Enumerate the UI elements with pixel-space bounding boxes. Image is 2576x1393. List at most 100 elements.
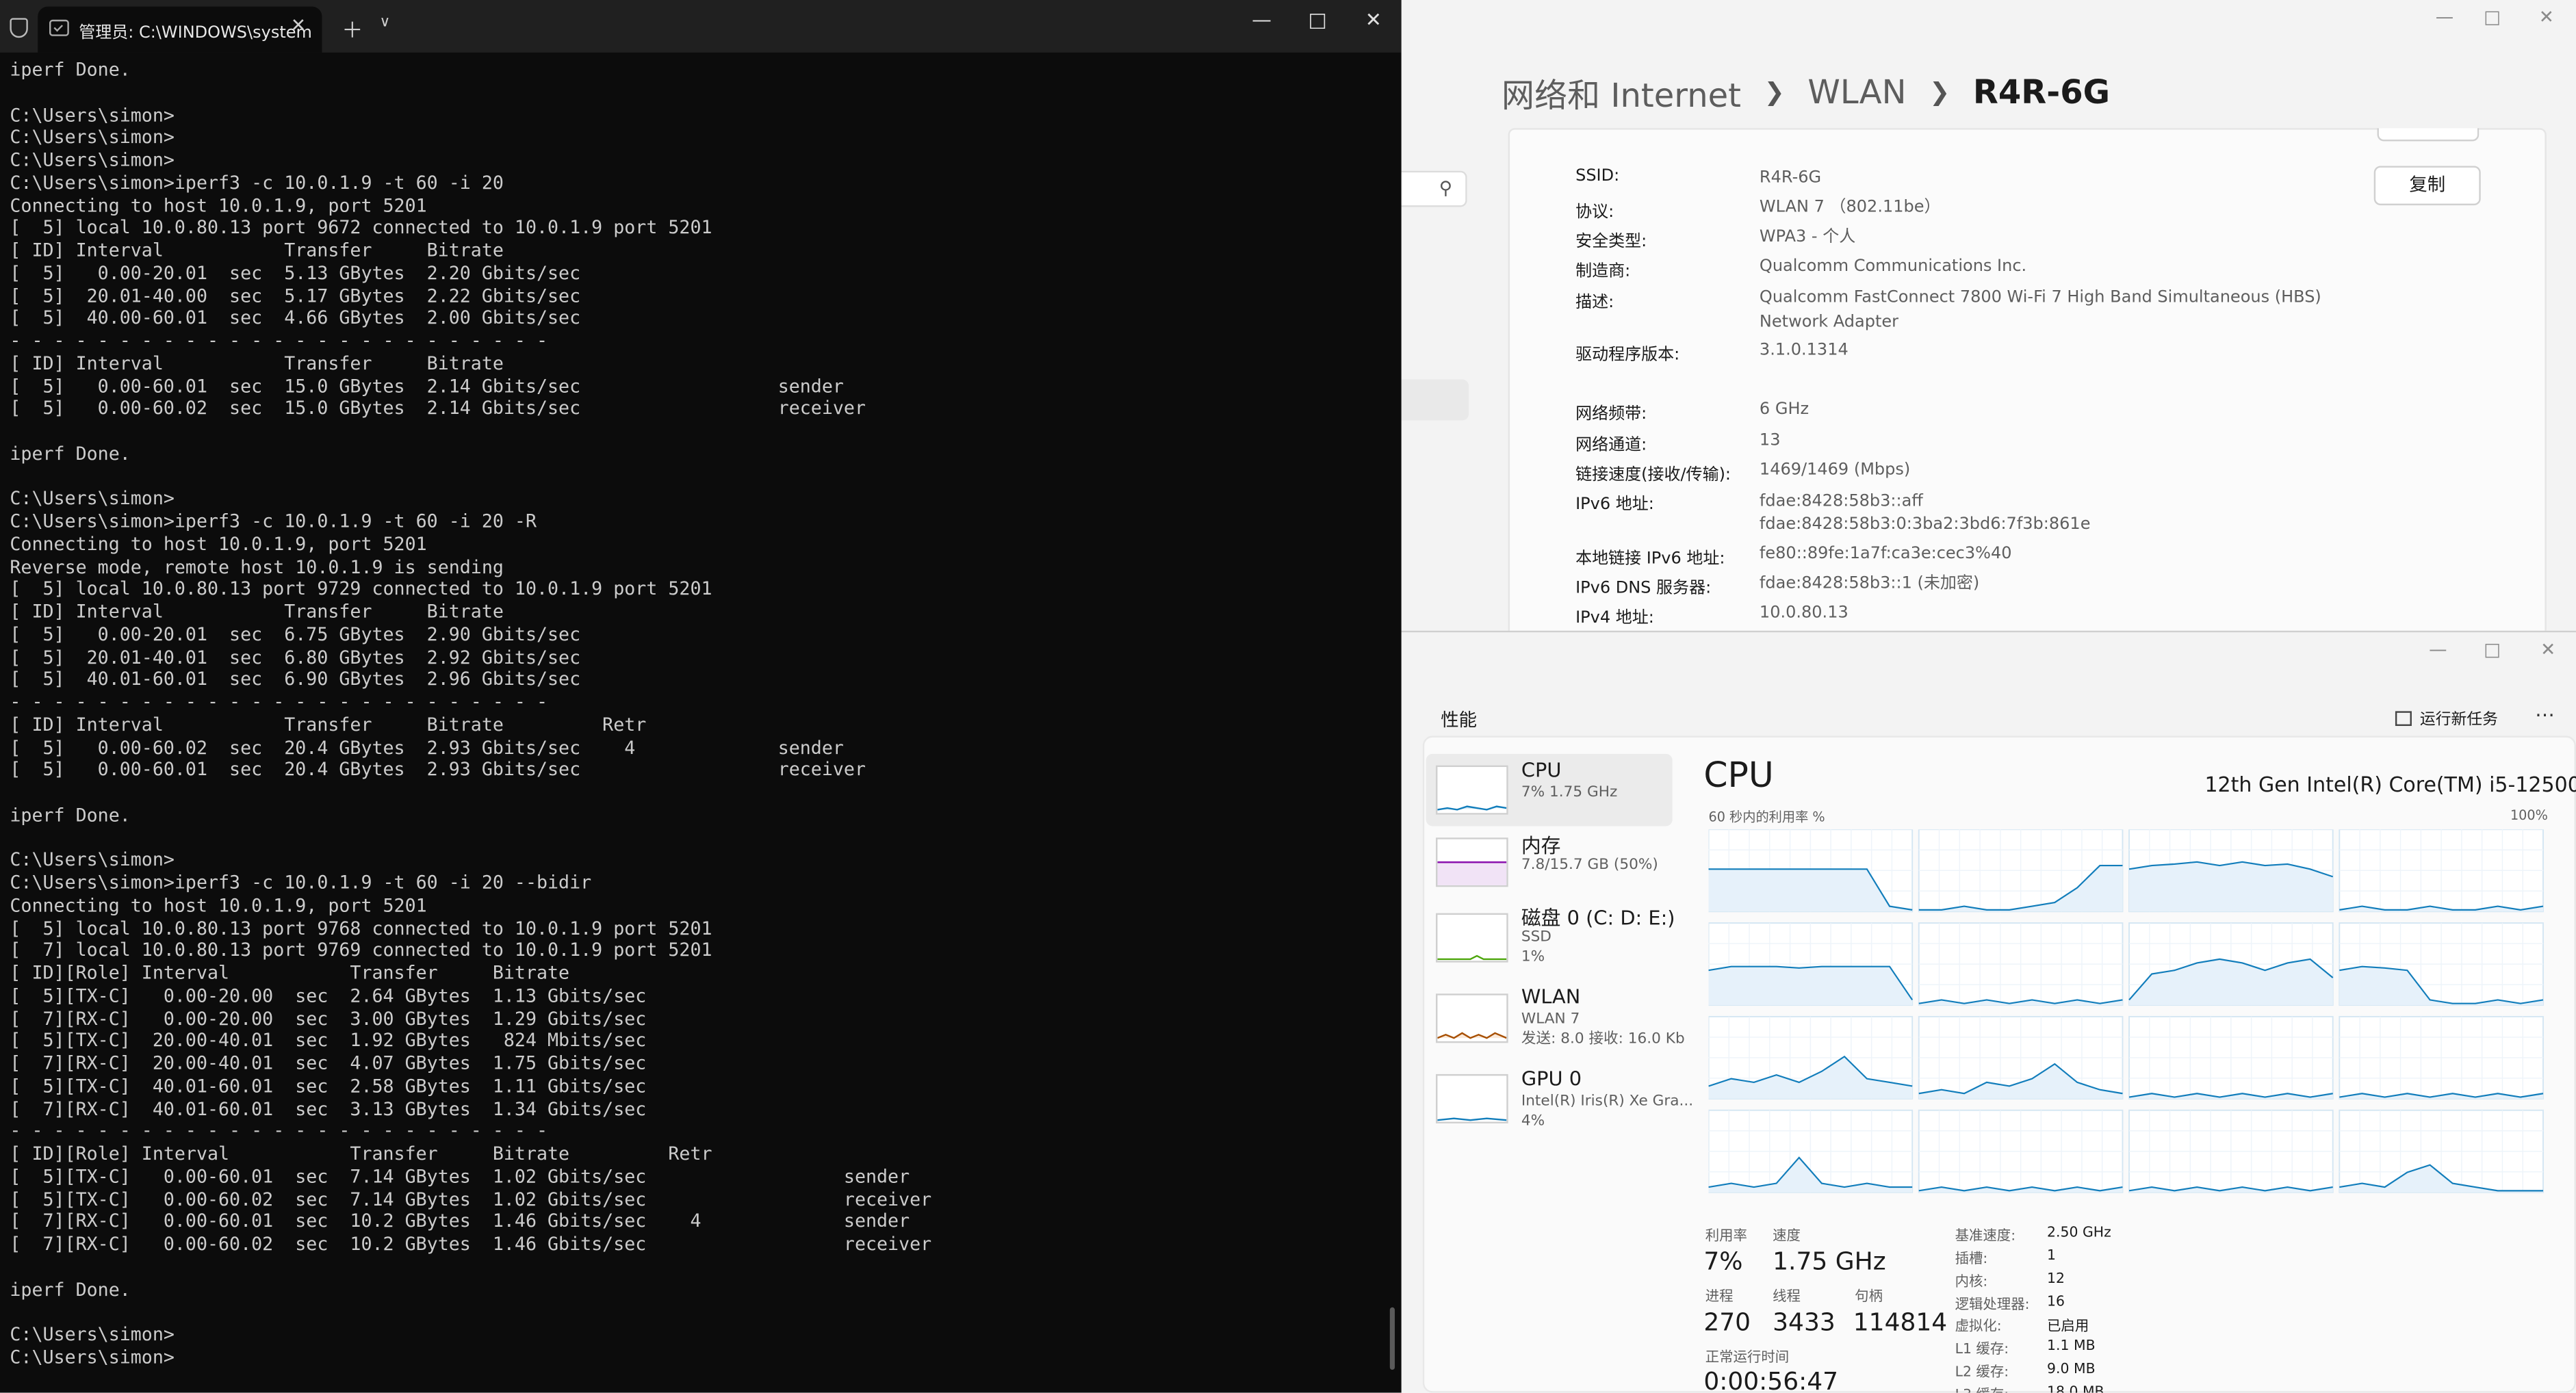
terminal-line: [ 5] 0.00-60.01 sec 20.4 GBytes 2.93 Gbi… — [10, 759, 866, 781]
terminal-line: [ 7][RX-C] 40.01-60.01 sec 3.13 GBytes 1… — [10, 1097, 647, 1119]
speed-label: 速度 — [1773, 1228, 1801, 1245]
close-icon[interactable]: ✕ — [291, 15, 306, 36]
cpu-core-graph — [1708, 829, 1914, 913]
cpu-core-graph — [2339, 829, 2544, 913]
perf-item-disk[interactable]: 磁盘 0 (C: D: E:) SSD 1% — [1426, 898, 1675, 977]
minimize-button[interactable]: — — [1237, 8, 1287, 31]
link-speed-label: 链接速度(接收/传输): — [1575, 466, 1731, 485]
minimize-button[interactable]: — — [2420, 7, 2469, 28]
driver-value: 3.1.0.1314 — [1759, 341, 1849, 360]
breadcrumb-wlan[interactable]: WLAN — [1807, 73, 1906, 112]
terminal-line: C:\Users\simon> — [10, 104, 175, 126]
perf-item-name: GPU 0 — [1521, 1067, 1582, 1091]
perf-item-memory[interactable]: 内存 7.8/15.7 GB (50%) — [1426, 826, 1673, 898]
terminal-line: [ ID][Role] Interval Transfer Bitrate — [10, 962, 570, 984]
ssid-value: R4R-6G — [1759, 169, 1822, 187]
copy-button[interactable]: 复制 — [2373, 166, 2481, 206]
band-label: 网络频带: — [1575, 405, 1647, 424]
run-new-task-button[interactable]: 运行新任务 — [2395, 706, 2498, 729]
link-speed-value: 1469/1469 (Mbps) — [1759, 461, 1911, 480]
spec-label: 虚拟化: — [1955, 1318, 2002, 1336]
run-task-label: 运行新任务 — [2419, 711, 2498, 729]
maximize-button[interactable]: □ — [1293, 8, 1342, 31]
perf-item-detail: 1% — [1521, 949, 1545, 966]
cpu-core-graph — [2339, 1109, 2544, 1193]
terminal-line: [ 5] 20.01-40.01 sec 6.80 GBytes 2.92 Gb… — [10, 646, 581, 668]
driver-label: 驱动程序版本: — [1575, 346, 1680, 365]
edit-button[interactable] — [2377, 128, 2480, 142]
terminal-line: [ 5][TX-C] 0.00-20.00 sec 2.64 GBytes 1.… — [10, 985, 647, 1006]
maximize-button[interactable]: □ — [2468, 639, 2517, 660]
terminal-line: [ 5] 0.00-60.02 sec 15.0 GBytes 2.14 Gbi… — [10, 398, 866, 419]
perf-item-detail: WLAN 7 — [1521, 1011, 1580, 1028]
terminal-tab[interactable]: 管理员: C:\WINDOWS\system ✕ — [38, 6, 322, 53]
memory-thumbnail — [1436, 837, 1508, 887]
ipv4-value: 10.0.80.13 — [1759, 604, 1849, 623]
cpu-core-graph — [1918, 1109, 2124, 1193]
terminal-line: [ 5] local 10.0.80.13 port 9729 connecte… — [10, 578, 712, 600]
perf-item-detail: 发送: 8.0 接收: 16.0 Kb — [1521, 1031, 1685, 1048]
spec-label: 基准速度: — [1955, 1228, 2016, 1245]
perf-item-detail: SSD — [1521, 929, 1551, 946]
link-local-ipv6-value: fe80::89fe:1a7f:ca3e:cec3%40 — [1759, 545, 2012, 564]
terminal-line: [ 5][TX-C] 0.00-60.02 sec 7.14 GBytes 1.… — [10, 1188, 932, 1210]
perf-item-name: 磁盘 0 (C: D: E:) — [1521, 907, 1675, 930]
terminal-line: C:\Users\simon>iperf3 -c 10.0.1.9 -t 60 … — [10, 172, 504, 194]
terminal-tab-bar: 管理员: C:\WINDOWS\system ✕ ＋ ∨ — □ ✕ — [0, 0, 1402, 53]
search-input[interactable]: ⚲ — [1401, 170, 1467, 207]
utilization-value: 7% — [1703, 1246, 1743, 1277]
ssid-label: SSID: — [1575, 167, 1620, 186]
processes-value: 270 — [1703, 1307, 1751, 1338]
ipv6-dns-value: fdae:8428:58b3::1 (未加密) — [1759, 575, 1980, 593]
perf-item-detail: 7% 1.75 GHz — [1521, 785, 1618, 802]
spec-value: 16 — [2047, 1294, 2065, 1311]
sidebar-item-selected[interactable] — [1401, 379, 1469, 421]
more-options-icon[interactable]: ⋯ — [2535, 703, 2555, 726]
close-button[interactable]: ✕ — [2523, 639, 2573, 660]
minimize-button[interactable]: — — [2413, 639, 2462, 660]
protocol-value: WLAN 7 （802.11be） — [1759, 198, 1941, 217]
channel-label: 网络通道: — [1575, 437, 1647, 455]
run-task-icon — [2395, 711, 2412, 727]
perf-item-name: CPU — [1521, 759, 1562, 782]
cpu-core-graph — [1708, 1015, 1914, 1099]
breadcrumb-network[interactable]: 网络和 Internet — [1502, 68, 1741, 116]
graph-caption: 60 秒内的利用率 % — [1708, 809, 1825, 825]
channel-value: 13 — [1759, 432, 1781, 450]
perf-item-gpu[interactable]: GPU 0 Intel(R) Iris(R) Xe Gra... 4% — [1426, 1063, 1693, 1138]
security-value: WPA3 - 个人 — [1759, 228, 1856, 247]
protocol-label: 协议: — [1575, 203, 1614, 222]
chevron-down-icon[interactable]: ∨ — [380, 15, 391, 31]
terminal-line: - - - - - - - - - - - - - - - - - - - - … — [10, 1120, 548, 1142]
maximize-button[interactable]: □ — [2468, 7, 2517, 28]
new-tab-button[interactable]: ＋ — [342, 13, 363, 44]
terminal-output[interactable]: iperf Done. C:\Users\simon> C:\Users\simo… — [10, 59, 931, 1368]
scrollbar-thumb[interactable] — [1389, 1307, 1395, 1370]
terminal-line: [ 7][RX-C] 0.00-20.00 sec 3.00 GBytes 1.… — [10, 1007, 647, 1029]
close-button[interactable]: ✕ — [2522, 7, 2571, 28]
terminal-line: [ 5] 40.00-60.01 sec 4.66 GBytes 2.00 Gb… — [10, 307, 581, 329]
perf-item-cpu[interactable]: CPU 7% 1.75 GHz — [1426, 753, 1673, 826]
tab-title: 管理员: C:\WINDOWS\system — [79, 25, 312, 43]
gpu-thumbnail — [1436, 1073, 1508, 1123]
spec-value: 12 — [2047, 1271, 2065, 1288]
perf-item-wlan[interactable]: WLAN WLAN 7 发送: 8.0 接收: 16.0 Kb — [1426, 980, 1685, 1056]
close-button[interactable]: ✕ — [1349, 8, 1398, 31]
cpu-core-graph — [2339, 1015, 2544, 1099]
breadcrumb-current: R4R-6G — [1972, 72, 2111, 112]
terminal-line: iperf Done. — [10, 804, 131, 826]
terminal-line: C:\Users\simon> — [10, 1346, 175, 1368]
terminal-line: - - - - - - - - - - - - - - - - - - - - … — [10, 330, 548, 352]
terminal-line: C:\Users\simon> — [10, 488, 175, 510]
terminal-line: [ 7][RX-C] 0.00-60.02 sec 10.2 GBytes 1.… — [10, 1233, 932, 1255]
utilization-label: 利用率 — [1705, 1228, 1747, 1245]
handles-label: 句柄 — [1855, 1289, 1883, 1306]
link-local-ipv6-label: 本地链接 IPv6 地址: — [1575, 550, 1725, 569]
uptime-value: 0:00:56:47 — [1703, 1366, 1839, 1393]
perf-item-name: WLAN — [1521, 985, 1581, 1008]
cpu-core-graph — [1918, 922, 2124, 1006]
spec-label: 内核: — [1955, 1274, 1988, 1291]
